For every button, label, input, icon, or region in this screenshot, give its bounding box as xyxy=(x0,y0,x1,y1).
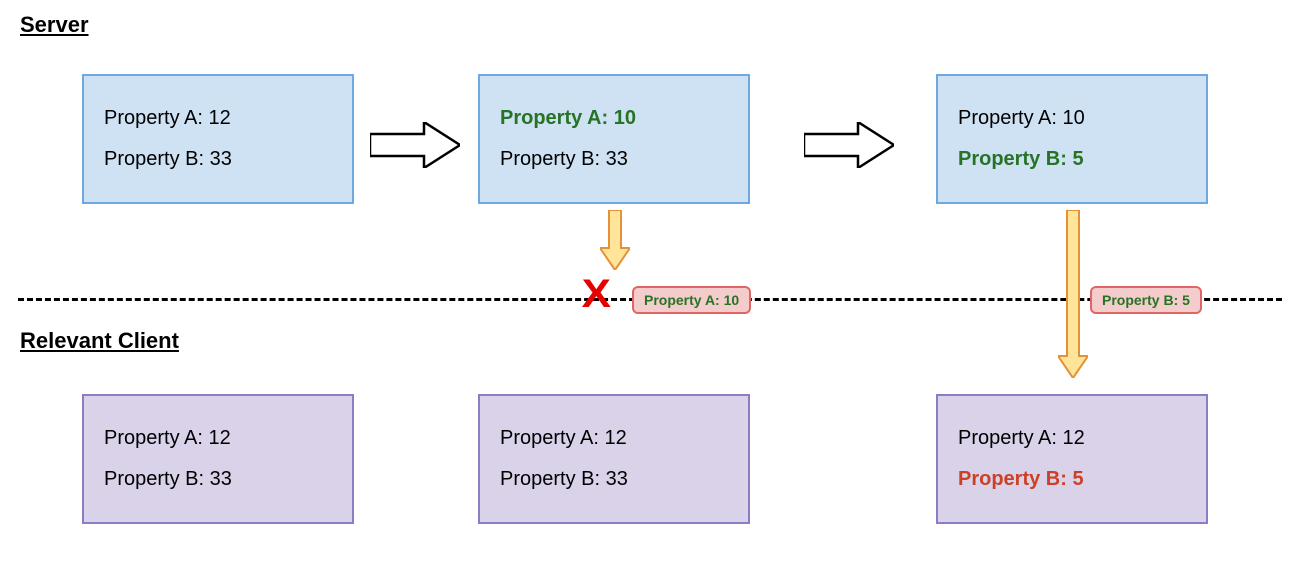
client-3-prop-a: Property A: 12 xyxy=(958,427,1186,450)
message-delivered-badge: Property B: 5 xyxy=(1090,286,1202,314)
arrow-down-delivered xyxy=(1058,210,1088,378)
client-section-title: Relevant Client xyxy=(20,328,179,354)
client-state-2: Property A: 12 Property B: 33 xyxy=(478,394,750,524)
server-3-prop-a: Property A: 10 xyxy=(958,107,1186,130)
client-state-3: Property A: 12 Property B: 5 xyxy=(936,394,1208,524)
client-1-prop-a: Property A: 12 xyxy=(104,427,332,450)
server-1-prop-a: Property A: 12 xyxy=(104,107,332,130)
client-2-prop-a: Property A: 12 xyxy=(500,427,728,450)
server-2-prop-a: Property A: 10 xyxy=(500,107,728,130)
server-section-title: Server xyxy=(20,12,89,38)
diagram-stage: Server Relevant Client Property A: 12 Pr… xyxy=(0,0,1300,576)
server-2-prop-b: Property B: 33 xyxy=(500,148,728,171)
client-1-prop-b: Property B: 33 xyxy=(104,468,332,491)
blocked-x-icon: X xyxy=(582,272,611,317)
server-3-prop-b: Property B: 5 xyxy=(958,148,1186,171)
arrow-server-1-to-2 xyxy=(370,122,460,168)
server-state-3: Property A: 10 Property B: 5 xyxy=(936,74,1208,204)
client-state-1: Property A: 12 Property B: 33 xyxy=(82,394,354,524)
client-2-prop-b: Property B: 33 xyxy=(500,468,728,491)
server-1-prop-b: Property B: 33 xyxy=(104,148,332,171)
arrow-down-blocked xyxy=(600,210,630,270)
server-state-2: Property A: 10 Property B: 33 xyxy=(478,74,750,204)
server-state-1: Property A: 12 Property B: 33 xyxy=(82,74,354,204)
arrow-server-2-to-3 xyxy=(804,122,894,168)
client-3-prop-b: Property B: 5 xyxy=(958,468,1186,491)
message-blocked-badge: Property A: 10 xyxy=(632,286,751,314)
